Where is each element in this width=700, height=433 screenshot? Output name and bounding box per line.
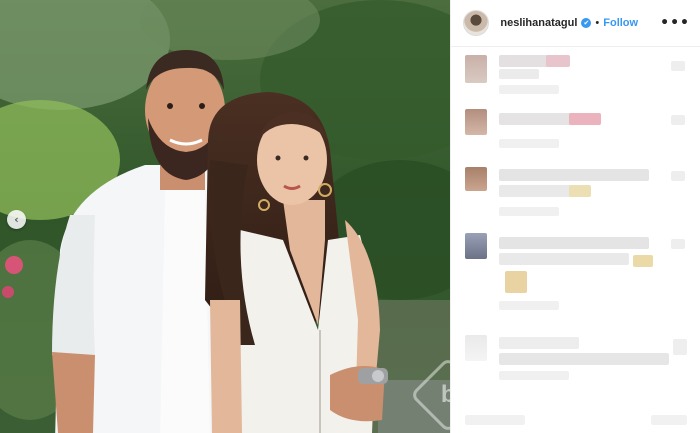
comment-text-blurred	[505, 271, 528, 293]
post-sidebar: neslihanatagul ✔ • Follow •••	[450, 0, 700, 433]
comment-avatar[interactable]	[465, 55, 488, 83]
comment-meta-blurred	[499, 301, 560, 310]
comment-like-blurred	[671, 115, 686, 125]
comment-text-blurred	[633, 255, 654, 267]
username-link[interactable]: neslihanatagul	[500, 17, 577, 29]
comment-text-blurred	[651, 415, 688, 425]
comment-meta-blurred	[499, 371, 570, 380]
comment-avatar[interactable]	[465, 167, 488, 191]
post-photo[interactable]: ‹ b	[0, 0, 451, 433]
comment-like-blurred	[673, 339, 688, 355]
previous-image-button[interactable]: ‹	[7, 210, 26, 229]
chevron-left-icon: ‹	[14, 213, 19, 226]
separator-dot: •	[595, 17, 600, 29]
comment-like-blurred	[671, 239, 686, 249]
comment-avatar[interactable]	[465, 109, 488, 135]
comment-text-blurred	[499, 169, 650, 181]
comment-like-blurred	[671, 61, 686, 71]
comment-text-blurred	[569, 185, 592, 197]
comment-text-blurred	[499, 253, 630, 265]
comment-meta-blurred	[499, 85, 560, 94]
comment-text-blurred	[546, 55, 571, 67]
verified-badge-icon: ✔	[581, 18, 592, 28]
more-options-icon[interactable]: •••	[660, 15, 690, 31]
couple-photo	[0, 0, 451, 433]
comment-text-blurred	[499, 69, 540, 79]
comment-text-blurred	[499, 353, 670, 365]
comment-text-blurred	[499, 237, 650, 249]
comments-list	[451, 47, 700, 433]
comment-avatar[interactable]	[465, 335, 488, 361]
comment-like-blurred	[671, 171, 686, 181]
comment-meta-blurred	[499, 139, 560, 148]
comment-text-blurred	[465, 415, 526, 425]
avatar[interactable]	[463, 10, 490, 36]
comment-text-blurred	[499, 337, 580, 349]
comment-text-blurred	[569, 113, 602, 125]
post-header: neslihanatagul ✔ • Follow •••	[451, 0, 700, 47]
comment-meta-blurred	[499, 207, 560, 216]
follow-button[interactable]: Follow	[603, 17, 638, 29]
instagram-post: ‹ b neslihanatagul ✔ • Follow •••	[0, 0, 700, 433]
watermark-letter: b	[440, 380, 451, 408]
comment-avatar[interactable]	[465, 233, 488, 259]
